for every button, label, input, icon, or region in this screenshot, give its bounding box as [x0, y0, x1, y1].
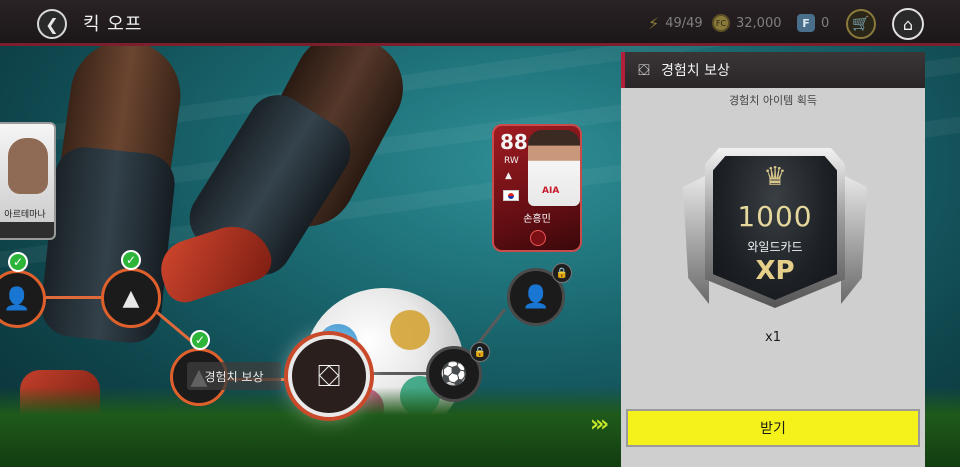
node-tooltip: 경험치 보상 [187, 362, 281, 390]
reward-panel-title: 경험치 보상 [661, 63, 730, 79]
ball-pattern [390, 310, 430, 350]
coin-value: 32,000 [736, 15, 782, 31]
reward-panel: ⛋ 경험치 보상 경험치 아이템 획득 ♛ 1000 와일드카드 XP x1 받… [621, 52, 925, 467]
xp-amount: 1000 [737, 200, 813, 233]
xp-item-type: 와일드카드 [747, 240, 803, 254]
lock-icon: 🔒 [470, 342, 490, 362]
korea-flag-icon [503, 190, 519, 201]
player-icon: 👤 [522, 284, 550, 310]
fp-icon: F [797, 14, 815, 32]
check-icon: ✓ [121, 250, 141, 270]
player-position: RW [504, 156, 519, 166]
chevrons-right-icon: ››› [590, 412, 609, 437]
reward-quantity: x1 [765, 330, 781, 345]
energy-stat: ⚡ 49/49 [648, 14, 703, 33]
reward-panel-subtitle: 경험치 아이템 획득 [729, 94, 817, 107]
lock-icon: 🔒 [552, 263, 572, 283]
reward-panel-header: ⛋ 경험치 보상 [621, 52, 925, 88]
player-name: 손흥민 [523, 214, 551, 225]
back-arrow-icon: ❮ [45, 14, 59, 34]
fp-value: 0 [821, 15, 830, 31]
jester-hat-icon: ♛ [763, 162, 787, 192]
path-line-locked [368, 372, 432, 375]
player-photo [8, 138, 48, 194]
jersey-sponsor: AIA [542, 186, 560, 196]
xp-wildcard-item: ♛ 1000 와일드카드 XP [683, 148, 867, 308]
home-icon: ⌂ [902, 14, 914, 34]
player-icon: 👤 [3, 286, 31, 312]
home-button[interactable]: ⌂ [892, 8, 924, 40]
progress-node-cone[interactable]: ▲ [101, 268, 161, 328]
shop-button[interactable]: 🛒 [846, 9, 876, 39]
player-ovr: 88 [500, 130, 528, 154]
coin-icon: FC [712, 14, 730, 32]
xp-unit: XP [755, 256, 795, 286]
coin-stat: FC 32,000 [712, 14, 782, 32]
back-button[interactable]: ❮ [37, 9, 67, 39]
player-card-left[interactable]: 아르테마나 [0, 122, 56, 240]
player-card-featured[interactable]: AIA 88 RW ▲ 손흥민 [492, 124, 582, 252]
cart-icon: 🛒 [852, 16, 870, 32]
card-footer [0, 222, 54, 238]
fp-stat: F 0 [797, 14, 829, 32]
reward-chest-icon: ⛋ [317, 358, 341, 394]
progress-node-reward-current[interactable]: ⛋ [288, 335, 370, 417]
player-name: 아르테마나 [4, 210, 46, 220]
check-icon: ✓ [8, 252, 28, 272]
energy-value: 49/49 [665, 16, 703, 31]
ball-icon: ⚽ [440, 361, 468, 387]
card-season-badge [530, 230, 546, 246]
page-title: 킥 오프 [83, 14, 143, 35]
check-icon: ✓ [190, 330, 210, 350]
reward-chest-icon: ⛋ [638, 61, 650, 79]
top-bar: ❮ 킥 오프 ⚡ 49/49 FC 32,000 F 0 🛒 ⌂ [0, 0, 960, 46]
cone-icon: ▲ [122, 285, 140, 311]
chevron-up-icon: ▲ [505, 171, 512, 181]
energy-bolt-icon: ⚡ [648, 14, 660, 33]
claim-button[interactable]: 받기 [626, 409, 920, 447]
